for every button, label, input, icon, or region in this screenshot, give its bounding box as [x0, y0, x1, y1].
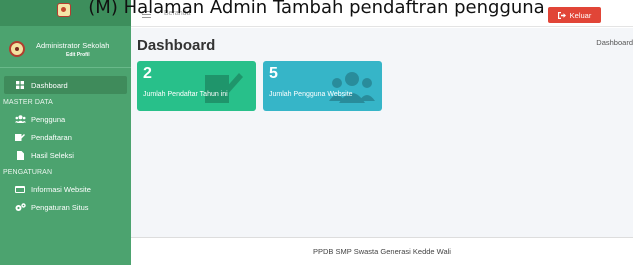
users-icon — [329, 71, 375, 108]
sidebar: Administrator Sekolah Edit Profil Dashbo… — [0, 0, 131, 265]
stat-value: 5 — [269, 65, 278, 82]
sidebar-item-hasil-seleksi[interactable]: Hasil Seleksi — [0, 146, 131, 164]
page-caption: (M) Halaman Admin Tambah pendaftran peng… — [0, 0, 633, 22]
section-header-master: MASTER DATA — [3, 98, 53, 106]
user-name: Administrator Sekolah — [36, 41, 110, 50]
page-title: Dashboard — [137, 37, 216, 54]
sidebar-item-dashboard[interactable]: Dashboard — [4, 76, 127, 94]
sidebar-item-label: Pengaturan Situs — [31, 202, 89, 212]
stat-card-pendaftar[interactable]: 2 Jumlah Pendaftar Tahun ini — [137, 61, 256, 111]
window-icon — [14, 185, 26, 193]
avatar — [9, 41, 25, 57]
sidebar-menu: Dashboard MASTER DATA Pengguna Pendaftar… — [0, 76, 131, 216]
user-panel[interactable]: Administrator Sekolah Edit Profil — [0, 28, 131, 68]
section-header-pengaturan: PENGATURAN — [3, 168, 53, 176]
stat-label: Jumlah Pendaftar Tahun ini — [143, 91, 228, 98]
sidebar-item-label: Informasi Website — [31, 184, 91, 194]
stat-card-pengguna[interactable]: 5 Jumlah Pengguna Website — [263, 61, 382, 111]
breadcrumb: Dashboard — [596, 38, 633, 47]
gears-icon — [14, 202, 26, 212]
sidebar-item-label: Pengguna — [31, 114, 66, 124]
grid-icon — [14, 81, 26, 89]
edit-profile-link[interactable]: Edit Profil — [66, 52, 90, 58]
stat-value: 2 — [143, 65, 152, 82]
edit-icon — [205, 69, 243, 108]
caption-text: (M) Halaman Admin Tambah pendaftran peng… — [88, 0, 545, 18]
file-icon — [14, 150, 26, 160]
stat-label: Jumlah Pengguna Website — [269, 91, 353, 98]
sidebar-item-informasi-website[interactable]: Informasi Website — [0, 180, 131, 198]
main-content: Dashboard Dashboard 2 Jumlah Pendaftar T… — [131, 28, 633, 237]
edit-icon — [14, 133, 26, 141]
sidebar-item-pendaftaran[interactable]: Pendaftaran — [0, 128, 131, 146]
sidebar-item-label: Hasil Seleksi — [31, 150, 74, 160]
footer: PPDB SMP Swasta Generasi Kedde Wali — [131, 237, 633, 265]
footer-text: PPDB SMP Swasta Generasi Kedde Wali — [313, 247, 451, 256]
sidebar-item-label: Pendaftaran — [31, 132, 72, 142]
sidebar-item-pengaturan-situs[interactable]: Pengaturan Situs — [0, 198, 131, 216]
users-icon — [14, 115, 26, 123]
sidebar-item-label: Dashboard — [31, 80, 68, 90]
sidebar-item-pengguna[interactable]: Pengguna — [0, 110, 131, 128]
